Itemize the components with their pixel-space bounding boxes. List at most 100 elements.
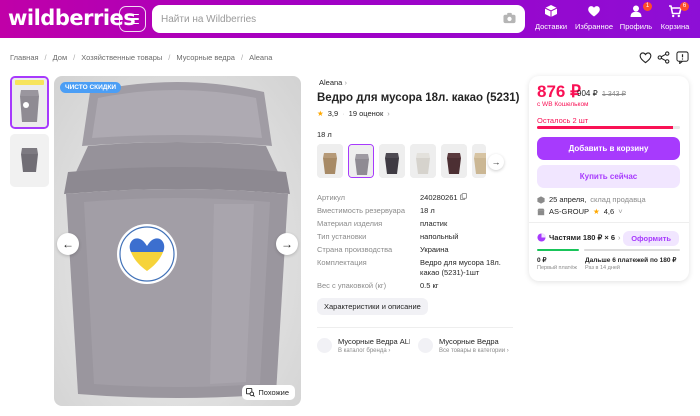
- payment-schedule-bars: [537, 249, 680, 251]
- category-subtitle: Все товары в категории ›: [439, 348, 509, 354]
- category-link[interactable]: Мусорные Ведра Все товары в категории ›: [418, 336, 513, 358]
- chevron-right-icon: ›: [344, 78, 347, 87]
- gallery-thumb-2[interactable]: [10, 134, 49, 187]
- breadcrumb-item[interactable]: Главная: [10, 53, 39, 62]
- nav-label: Доставки: [534, 22, 568, 31]
- installments-icon: [537, 233, 546, 242]
- search-input[interactable]: [152, 5, 492, 33]
- nav-favorites[interactable]: Избранное: [570, 4, 618, 34]
- product-main-image[interactable]: ЧИСТО СКИДКИ ← → Похожие: [54, 76, 301, 406]
- breadcrumb-item[interactable]: Мусорные ведра: [176, 53, 235, 62]
- similar-search-icon: [246, 388, 256, 397]
- wallet-note: с WB Кошельком: [537, 101, 589, 108]
- rating-row[interactable]: ★ 3,9 · 19 оценок ›: [317, 109, 390, 118]
- buy-panel: 876 ₽ 904 ₽ 1 343 ₽ с WB Кошельком Остал…: [529, 76, 689, 281]
- param-value: Ведро для мусора 18л. какао (5231)-1шт: [420, 258, 501, 277]
- current-price: 876 ₽: [537, 82, 581, 101]
- cart-badge: 6: [680, 2, 689, 11]
- search-bar: [152, 5, 525, 33]
- param-name: Вес с упаковкой (кг): [317, 281, 387, 290]
- param-name: Вместимость резервуара: [317, 206, 405, 215]
- copy-icon[interactable]: [459, 193, 467, 200]
- stock-progress-fill: [537, 126, 673, 129]
- report-icon[interactable]: [676, 51, 689, 64]
- add-to-cart-button[interactable]: Добавить в корзину: [537, 137, 680, 160]
- nav-cart[interactable]: 6 Корзина: [651, 2, 699, 34]
- param-value: 0.5 кг: [420, 281, 439, 290]
- param-name: Артикул: [317, 193, 345, 202]
- breadcrumb-item[interactable]: Aleana: [249, 53, 272, 62]
- wildberries-logo[interactable]: wildberries: [8, 6, 136, 30]
- share-icon[interactable]: [657, 51, 670, 64]
- gallery-prev-button[interactable]: ←: [57, 233, 79, 255]
- breadcrumb-item[interactable]: Дом: [53, 53, 68, 62]
- variant-image: [472, 144, 486, 178]
- brand-link[interactable]: Aleana ›: [319, 78, 347, 87]
- rating-value: 3,9: [327, 109, 339, 118]
- trash-bin-illustration: [64, 82, 290, 398]
- brand-name: Aleana: [319, 78, 343, 87]
- color-variant-2[interactable]: [348, 144, 374, 178]
- buy-now-button[interactable]: Купить сейчас: [537, 165, 680, 188]
- installments-apply-button[interactable]: Оформить: [623, 231, 679, 246]
- breadcrumb: Главная / Дом / Хозяйственные товары / Мусо…: [10, 53, 273, 62]
- param-name: Материал изделия: [317, 219, 383, 228]
- color-variant-6[interactable]: [472, 144, 486, 178]
- similar-button[interactable]: Похожие: [242, 385, 295, 400]
- variant-image: [410, 144, 436, 178]
- breadcrumb-item[interactable]: Хозяйственные товары: [81, 53, 162, 62]
- tag-icon: [317, 338, 332, 353]
- param-value: напольный: [420, 232, 459, 241]
- bin-thumb-image: [10, 134, 49, 187]
- sale-tag: ЧИСТО СКИДКИ: [60, 82, 122, 93]
- camera-icon[interactable]: [503, 12, 516, 24]
- param-name: Комплектация: [317, 258, 367, 267]
- category-subtitle: В каталог бренда ›: [338, 348, 391, 354]
- nav-deliveries[interactable]: Доставки: [527, 4, 575, 34]
- param-name: Страна производства: [317, 245, 393, 254]
- top-header: wildberries Доставки Избранное 1 Профиль…: [0, 0, 700, 38]
- seller-rating: 4,6: [603, 207, 615, 216]
- menu-burger-button[interactable]: [119, 6, 146, 32]
- variant-image: [317, 144, 343, 178]
- box-icon: [537, 195, 545, 204]
- installments-info[interactable]: Частями 180 ₽ × 6 ›: [537, 233, 621, 242]
- first-payment-label: Первый платёж: [537, 265, 577, 271]
- article-value[interactable]: 240280261: [420, 193, 458, 202]
- chevron-right-icon: ›: [618, 233, 621, 242]
- chevron-right-icon: ›: [387, 109, 390, 118]
- payment-bar: [537, 249, 579, 251]
- nav-label: Избранное: [574, 22, 613, 31]
- next-payments-label: Раз в 14 дней: [585, 265, 621, 271]
- next-payments-amount: Дальше 6 платежей по 180 ₽: [585, 257, 677, 264]
- characteristics-button[interactable]: Характеристики и описание: [317, 298, 428, 315]
- variants-next-button[interactable]: →: [488, 154, 504, 170]
- param-value: Украина: [420, 245, 449, 254]
- heart-icon: [588, 6, 600, 17]
- stock-left: Осталось 2 шт: [537, 116, 589, 125]
- user-icon: [630, 5, 642, 17]
- bin-thumb-image: [12, 78, 47, 127]
- seller-name: AS-GROUP: [549, 207, 590, 216]
- arrow-right-icon: →: [491, 157, 501, 167]
- divider: [529, 222, 689, 223]
- color-variant-5[interactable]: [441, 144, 467, 178]
- color-variant-1[interactable]: [317, 144, 343, 178]
- reviews-count: 19 оценок: [348, 109, 384, 118]
- delivery-info: 25 апреля, склад продавца: [537, 195, 646, 204]
- divider: [317, 327, 513, 328]
- color-variant-4[interactable]: [410, 144, 436, 178]
- delivery-date: 25 апреля,: [549, 195, 587, 204]
- variant-image: [349, 145, 373, 177]
- param-value: 18 л: [420, 206, 435, 215]
- gallery-thumb-1[interactable]: [10, 76, 49, 129]
- variant-image: [379, 144, 405, 178]
- arrow-right-icon: →: [281, 237, 293, 251]
- color-variant-3[interactable]: [379, 144, 405, 178]
- heart-icon[interactable]: [639, 51, 652, 64]
- gallery-next-button[interactable]: →: [276, 233, 298, 255]
- seller-info[interactable]: AS-GROUP ★ 4,6 ˅: [537, 207, 623, 216]
- brand-catalog-link[interactable]: Мусорные Ведра ALEANA В каталог бренда ›: [317, 336, 412, 358]
- stock-progress: [537, 126, 680, 129]
- param-name: Тип установки: [317, 232, 367, 241]
